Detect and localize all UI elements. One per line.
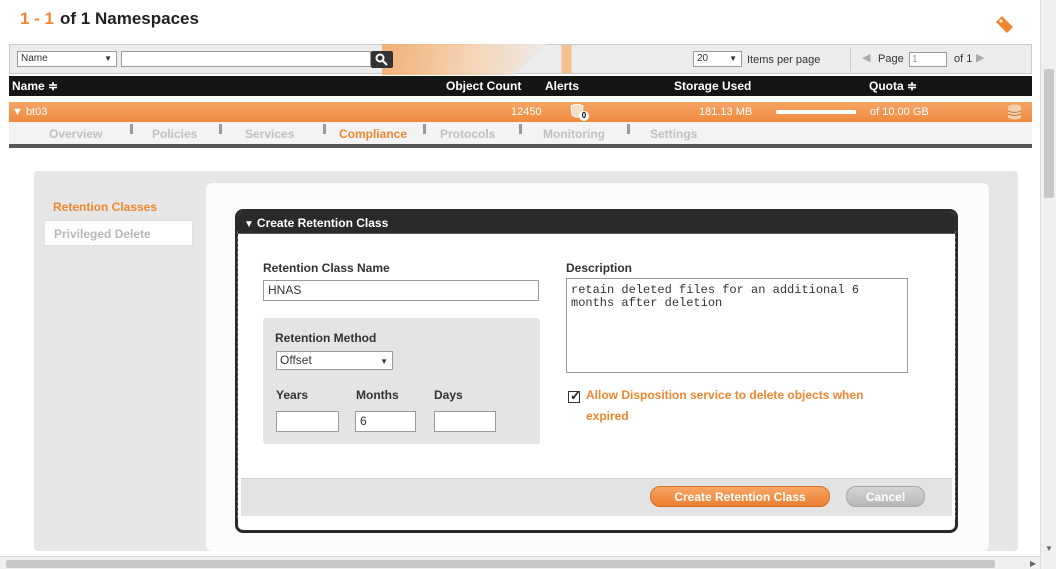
scroll-down-icon[interactable]: ▼ [1045, 544, 1053, 553]
months-input[interactable]: 6 [355, 411, 416, 432]
tab-separator [323, 124, 326, 134]
tab-monitoring[interactable]: Monitoring [543, 127, 605, 141]
disposition-label-line-2[interactable]: expired [586, 406, 629, 427]
namespace-range: 1 - 1 [20, 9, 55, 28]
scroll-right-icon[interactable]: ▶ [1030, 559, 1036, 568]
tab-overview[interactable]: Overview [49, 127, 102, 141]
tab-services[interactable]: Services [245, 127, 294, 141]
col-storage-used-header: Storage Used [674, 79, 752, 93]
tab-strip: Overview Policies Services Compliance Pr… [9, 122, 1032, 146]
object-count: 12450 [511, 106, 542, 118]
prev-page-icon[interactable]: ◀ [862, 51, 870, 64]
collapse-triangle-icon[interactable]: ▼ [244, 219, 254, 230]
years-input[interactable] [276, 411, 339, 432]
storage-used-value: 181.13 MB [699, 106, 753, 118]
tab-separator [130, 124, 133, 134]
disposition-checkbox[interactable]: ✓ [568, 388, 581, 403]
description-textarea[interactable]: retain deleted files for an additional 6… [566, 278, 908, 373]
items-per-page-label: Items per page [747, 54, 821, 66]
filter-field-select[interactable]: Name ▼ [17, 51, 117, 67]
dialog-title: Create Retention Class [256, 216, 389, 230]
left-nav: Retention Classes Privileged Delete [44, 194, 193, 246]
search-input[interactable] [121, 51, 371, 67]
horizontal-scrollbar[interactable]: ▶ [0, 556, 1040, 569]
tab-protocols[interactable]: Protocols [440, 127, 495, 141]
pager: ◀ Page 1 of 1 ▶ [850, 48, 1030, 71]
tab-separator [519, 124, 522, 134]
namespace-name[interactable]: ▼ bt03 [12, 106, 47, 118]
alert-count-badge: 0 [579, 111, 589, 121]
years-label: Years [276, 388, 309, 402]
days-input[interactable] [434, 411, 496, 432]
page-title: of 1 Namespaces [60, 9, 199, 28]
description-label: Description [566, 261, 633, 275]
col-alerts-header: Alerts [545, 79, 580, 93]
checkmark-icon: ✓ [570, 388, 581, 403]
tab-separator [627, 124, 630, 134]
vertical-scrollbar[interactable]: ▼ [1040, 0, 1056, 569]
dialog-border-left [237, 231, 239, 518]
search-icon [375, 53, 388, 66]
tab-settings[interactable]: Settings [650, 127, 697, 141]
namespace-row[interactable]: ▼ bt03 12450 0 181.13 MB of 10.00 GB [9, 102, 1032, 122]
filter-bar: Name ▼ 20 ▼ Items per page ◀ Page 1 of 1 ▶ [9, 44, 1032, 74]
dialog-title-bar[interactable]: ▼ Create Retention Class [238, 212, 955, 234]
tab-separator [219, 124, 222, 134]
page-header: 1 - 1 of 1 Namespaces [20, 9, 199, 29]
retention-class-name-label: Retention Class Name [263, 261, 390, 275]
cancel-button[interactable]: Cancel [846, 486, 925, 507]
tag-icon[interactable] [995, 15, 1015, 35]
nav-retention-classes[interactable]: Retention Classes [44, 194, 193, 220]
database-icon[interactable] [1007, 104, 1022, 120]
items-per-page-select[interactable]: 20 ▼ [693, 51, 742, 67]
storage-bar [776, 110, 856, 114]
vertical-scroll-thumb[interactable] [1044, 69, 1054, 198]
nav-privileged-delete[interactable]: Privileged Delete [44, 220, 193, 246]
create-retention-class-button[interactable]: Create Retention Class [650, 486, 830, 507]
table-header: Name ≑ Object Count Alerts Storage Used … [9, 76, 1032, 96]
tab-separator [423, 124, 426, 134]
page-label: Page [878, 53, 904, 65]
next-page-icon[interactable]: ▶ [976, 51, 984, 64]
page-number-input[interactable]: 1 [909, 52, 947, 67]
quota-value: of 10.00 GB [870, 106, 929, 118]
col-quota-header[interactable]: Quota ≑ [869, 79, 917, 93]
tab-compliance[interactable]: Compliance [339, 127, 407, 141]
storage-bar-fill [776, 110, 778, 114]
col-name-header[interactable]: Name ≑ [12, 79, 58, 93]
disposition-label-line-1[interactable]: Allow Disposition service to delete obje… [586, 385, 863, 406]
horizontal-scroll-thumb[interactable] [6, 560, 995, 568]
months-label: Months [356, 388, 399, 402]
retention-method-label: Retention Method [275, 331, 377, 345]
dialog-border-right [955, 231, 957, 518]
col-object-count-header: Object Count [446, 79, 522, 93]
retention-method-select[interactable]: Offset ▼ [276, 351, 393, 370]
retention-class-name-input[interactable]: HNAS [263, 280, 539, 301]
search-button[interactable] [371, 51, 393, 68]
tab-policies[interactable]: Policies [152, 127, 197, 141]
days-label: Days [434, 388, 463, 402]
page-total: of 1 [954, 53, 973, 65]
